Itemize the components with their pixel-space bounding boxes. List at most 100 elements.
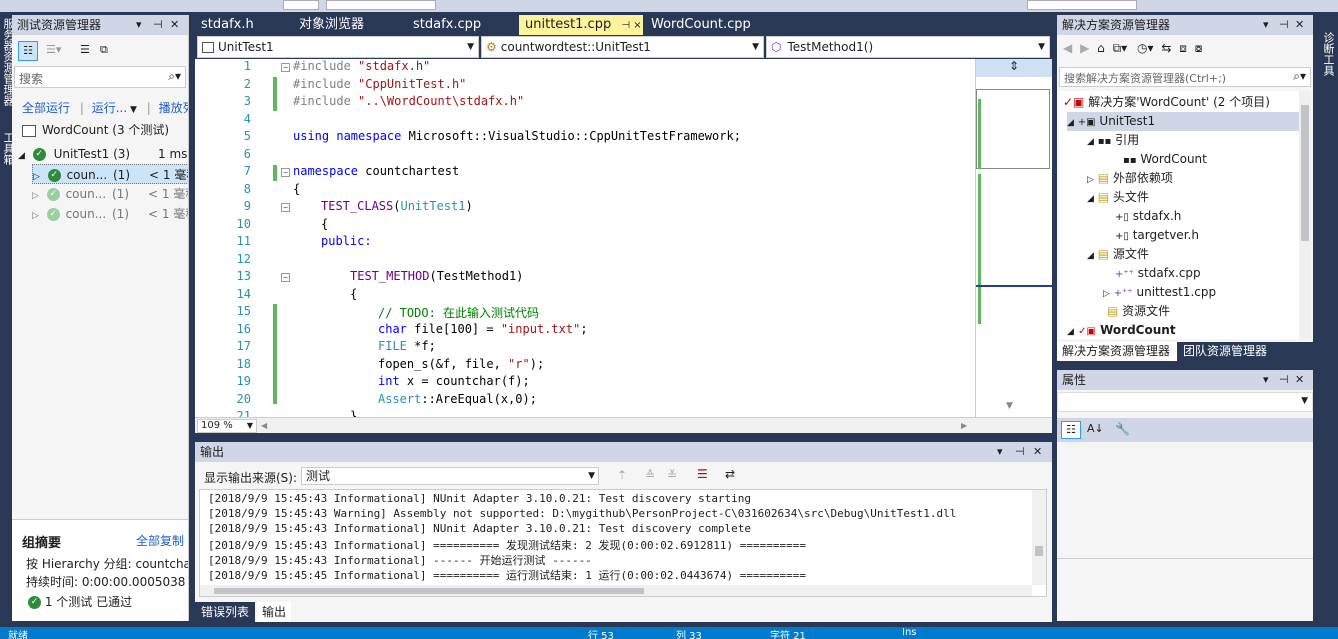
pin-icon[interactable]: ⊣ bbox=[153, 15, 163, 35]
expand-icon[interactable]: ▷ bbox=[32, 211, 39, 221]
test-search-box[interactable]: 搜索 ⌕▾ bbox=[14, 66, 186, 88]
window-icon[interactable]: ⧉ bbox=[100, 43, 108, 57]
history-icon[interactable]: ◷▾ bbox=[1137, 41, 1154, 55]
tree-item-wordcount-project[interactable]: ◢ ✓▣ WordCount bbox=[1067, 321, 1176, 339]
project-dropdown[interactable]: UnitTest1 ▼ bbox=[197, 36, 479, 58]
sync-icon[interactable]: ⇆ bbox=[1161, 41, 1171, 55]
test-item[interactable]: ▷ ✓ coun... (1) < 1 毫秒 bbox=[32, 204, 188, 224]
switch-views-icon[interactable]: ⧉▾ bbox=[1113, 41, 1128, 55]
tab-stdafx-cpp[interactable]: stdafx.cpp bbox=[407, 15, 507, 35]
chevron-down-icon[interactable]: ▼ bbox=[752, 37, 759, 57]
collapse-icon[interactable]: − bbox=[281, 63, 290, 72]
solution-tree[interactable]: ✓▣ 解决方案'WordCount' (2 个项目) ◢ +▣ UnitTest… bbox=[1059, 91, 1299, 339]
filter-icon[interactable]: ☰▾ bbox=[46, 43, 61, 56]
scrollbar-thumb[interactable] bbox=[1301, 105, 1309, 241]
tab-unittest1-cpp[interactable]: unittest1.cpp ⊣ × bbox=[519, 15, 643, 35]
close-icon[interactable]: ✕ bbox=[1033, 442, 1042, 462]
output-source-dropdown[interactable]: 测试 ▼ bbox=[301, 467, 599, 485]
expand-icon[interactable]: ▷ bbox=[32, 191, 39, 201]
tab-team-explorer[interactable]: 团队资源管理器 bbox=[1179, 342, 1279, 361]
scrollbar-thumb[interactable] bbox=[1035, 546, 1043, 556]
solution-search-input[interactable]: 搜索解决方案资源管理器(Ctrl+;) bbox=[1064, 70, 1226, 86]
tree-item-references[interactable]: ◢ ▪▪ 引用 bbox=[1087, 131, 1139, 150]
go-to-next-icon[interactable]: ≚ bbox=[667, 468, 677, 482]
close-icon[interactable]: ✕ bbox=[1295, 370, 1304, 390]
tab-error-list[interactable]: 错误列表 bbox=[195, 602, 255, 622]
expand-icon[interactable]: ▷ bbox=[33, 172, 40, 182]
playlist-link[interactable]: 播放列 bbox=[159, 101, 188, 115]
scrollbar-thumb[interactable] bbox=[214, 588, 644, 594]
tab-object-browser[interactable]: 对象浏览器 bbox=[293, 15, 393, 35]
test-search-input[interactable]: 搜索 bbox=[19, 70, 43, 87]
expand-icon[interactable]: ▷ bbox=[1103, 289, 1110, 299]
test-item[interactable]: ▷ ✓ coun... (1) < 1 毫秒 bbox=[32, 164, 188, 184]
copy-all-link[interactable]: 全部复制 bbox=[136, 532, 184, 549]
chevron-down-icon[interactable]: ▼ bbox=[1301, 396, 1308, 406]
collapse-icon[interactable]: − bbox=[281, 203, 290, 212]
expand-icon[interactable]: ◢ bbox=[1067, 327, 1074, 337]
pin-close-icon[interactable]: ⊣ × bbox=[621, 20, 641, 31]
toolbar-combo[interactable] bbox=[326, 0, 436, 10]
dropdown-icon[interactable]: ▾ bbox=[136, 15, 142, 35]
tree-item-wordcount-ref[interactable]: ▪▪ WordCount bbox=[1123, 150, 1207, 169]
tree-item-header-files[interactable]: ◢ ▤ 头文件 bbox=[1087, 188, 1149, 207]
expand-icon[interactable]: ◢ bbox=[1087, 137, 1094, 147]
group-by-icon[interactable]: ☷ bbox=[18, 41, 38, 61]
show-all-icon[interactable]: ⧇ bbox=[1195, 41, 1203, 55]
test-item[interactable]: ▷ ✓ coun... (1) < 1 毫秒 bbox=[32, 184, 188, 204]
alphabetical-icon[interactable]: A↓ bbox=[1087, 422, 1104, 435]
collapse-icon[interactable]: − bbox=[281, 273, 290, 282]
output-vscrollbar[interactable] bbox=[1032, 490, 1046, 585]
chevron-down-icon[interactable]: ▼ bbox=[1038, 37, 1045, 57]
tree-item-stdafx-cpp[interactable]: +⁺⁺ stdafx.cpp bbox=[1115, 264, 1201, 283]
expand-icon[interactable]: ◢ bbox=[18, 151, 25, 161]
expand-icon[interactable]: ◢ bbox=[1087, 251, 1094, 261]
forward-icon[interactable]: ▶ bbox=[1080, 41, 1089, 55]
tree-item-source-files[interactable]: ◢ ▤ 源文件 bbox=[1087, 245, 1149, 264]
editor-minimap[interactable]: ⇕ ▼ bbox=[975, 59, 1052, 417]
member-dropdown[interactable]: ⬡ TestMethod1() ▼ bbox=[766, 36, 1050, 58]
tree-item-resource-files[interactable]: ▤ 资源文件 bbox=[1107, 302, 1170, 321]
chevron-down-icon[interactable]: ▼ bbox=[247, 420, 253, 432]
go-to-previous-icon[interactable]: ≙ bbox=[645, 468, 655, 482]
tree-item-external-deps[interactable]: ▷ ▤ 外部依赖项 bbox=[1087, 169, 1173, 188]
scope-dropdown[interactable]: ⚙ countwordtest::UnitTest1 ▼ bbox=[481, 36, 764, 58]
word-wrap-icon[interactable]: ⇄ bbox=[725, 467, 735, 481]
code-editor[interactable]: 1 2 3 4 5 6 7 8 9 10 11 12 13 14 15 16 1… bbox=[195, 59, 975, 417]
tab-wordcount-cpp[interactable]: WordCount.cpp bbox=[645, 15, 765, 35]
minimap-viewport[interactable] bbox=[976, 89, 1050, 169]
tree-item-stdafx-h[interactable]: +▯ stdafx.h bbox=[1115, 207, 1181, 226]
output-hscrollbar[interactable] bbox=[200, 585, 1032, 596]
split-icon[interactable]: ⇕ bbox=[976, 59, 1052, 77]
expand-icon[interactable]: ◢ bbox=[1087, 194, 1094, 204]
tree-item-solution[interactable]: ✓▣ 解决方案'WordCount' (2 个项目) bbox=[1063, 93, 1270, 112]
dropdown-icon[interactable]: ▾ bbox=[1263, 370, 1269, 390]
close-icon[interactable]: ✕ bbox=[1295, 15, 1304, 35]
output-text[interactable]: [2018/9/9 15:45:43 Informational] NUnit … bbox=[199, 489, 1047, 597]
run-menu-link[interactable]: 运行... bbox=[92, 101, 127, 115]
toolbar-combo[interactable] bbox=[1027, 0, 1137, 10]
expand-icon[interactable]: ◢ bbox=[1067, 118, 1074, 128]
side-tab-diagnostics[interactable]: 诊断工具 bbox=[1320, 32, 1336, 76]
chevron-down-icon[interactable]: ▼ bbox=[588, 468, 595, 484]
test-tree-root[interactable]: WordCount (3 个测试) bbox=[22, 120, 169, 140]
tab-solution-explorer[interactable]: 解决方案资源管理器 bbox=[1057, 342, 1177, 361]
scroll-down-icon[interactable]: ▼ bbox=[1006, 401, 1013, 411]
tree-item-unittest1-cpp[interactable]: ▷ +⁺⁺ unittest1.cpp bbox=[1103, 283, 1216, 302]
test-group-row[interactable]: ◢ ✓ UnitTest1 (3) 1 ms bbox=[18, 144, 188, 164]
search-icon[interactable]: ⌕▾ bbox=[168, 69, 181, 84]
collapse-icon[interactable]: − bbox=[281, 168, 290, 177]
pin-icon[interactable]: ⊣ bbox=[1279, 370, 1289, 390]
property-pages-icon[interactable]: 🔧 bbox=[1115, 422, 1130, 436]
tree-item-targetver-h[interactable]: +▯ targetver.h bbox=[1115, 226, 1199, 245]
prev-message-icon[interactable]: ⇡ bbox=[617, 468, 627, 482]
scroll-left-icon[interactable]: ◀ bbox=[261, 421, 267, 430]
chevron-down-icon[interactable]: ▼ bbox=[467, 37, 474, 57]
search-icon[interactable]: ⌕▾ bbox=[1293, 69, 1306, 84]
zoom-dropdown[interactable]: 109 % ▼ bbox=[197, 419, 257, 433]
playlist-icon[interactable]: ☰ bbox=[80, 43, 90, 56]
toolbar-combo[interactable] bbox=[283, 0, 319, 10]
chevron-down-icon[interactable]: ▼ bbox=[127, 105, 137, 115]
expand-icon[interactable]: ▷ bbox=[1087, 175, 1094, 185]
run-all-link[interactable]: 全部运行 bbox=[22, 101, 70, 115]
